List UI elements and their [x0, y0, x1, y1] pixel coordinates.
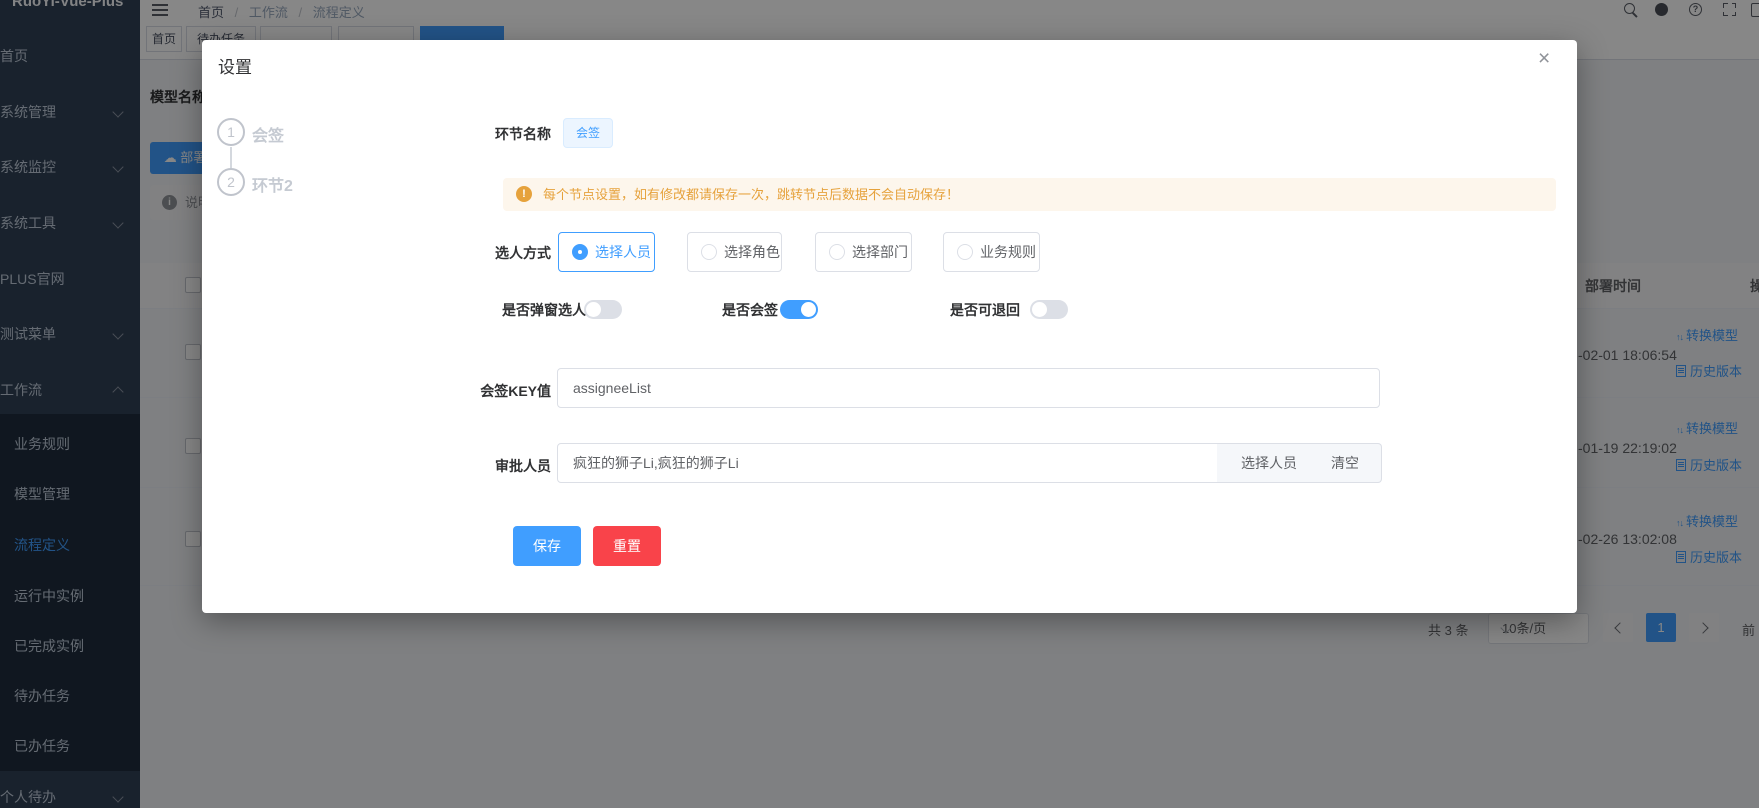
radio-pick-role[interactable]: 选择角色 — [687, 232, 782, 272]
step-2-circle[interactable]: 2 — [217, 168, 245, 196]
radio-pick-user[interactable]: 选择人员 — [558, 232, 655, 272]
approver-label: 审批人员 — [421, 456, 551, 476]
countersign-key-label: 会签KEY值 — [421, 381, 551, 401]
warning-alert-text: 每个节点设置，如有修改都请保存一次，跳转节点后数据不会自动保存！ — [543, 178, 959, 211]
save-button[interactable]: 保存 — [513, 526, 581, 566]
dialog-title: 设置 — [218, 53, 252, 78]
popup-select-label: 是否弹窗选人 — [502, 300, 586, 320]
countersign-key-input[interactable] — [557, 368, 1380, 408]
pick-user-button[interactable]: 选择人员 — [1241, 444, 1297, 482]
screen: RuoYi-Vue-Plus 首页 系统管理 系统监控 系统工具 PLUS官网 … — [0, 0, 1759, 808]
countersign-toggle[interactable] — [780, 300, 818, 319]
radio-pick-dept[interactable]: 选择部门 — [815, 232, 912, 272]
radio-icon — [829, 244, 845, 260]
pick-mode-label: 选人方式 — [421, 243, 551, 263]
step-2-label[interactable]: 环节2 — [252, 172, 293, 196]
returnable-label: 是否可退回 — [950, 300, 1020, 320]
node-name-label: 环节名称 — [421, 124, 551, 144]
settings-dialog: 设置 × 1 会签 2 环节2 环节名称 会签 ! 每个节点设置，如有修改都请保… — [202, 40, 1577, 613]
popup-select-toggle[interactable] — [584, 300, 622, 319]
approver-input[interactable] — [557, 443, 1218, 483]
warning-alert: ! 每个节点设置，如有修改都请保存一次，跳转节点后数据不会自动保存！ — [503, 178, 1556, 211]
clear-button[interactable]: 清空 — [1331, 444, 1359, 482]
radio-icon — [957, 244, 973, 260]
radio-icon — [572, 244, 588, 260]
returnable-toggle[interactable] — [1030, 300, 1068, 319]
node-name-tag: 会签 — [563, 118, 613, 148]
radio-icon — [701, 244, 717, 260]
warning-icon: ! — [516, 186, 532, 202]
step-1-label[interactable]: 会签 — [252, 122, 284, 146]
close-icon[interactable]: × — [1538, 48, 1550, 69]
reset-button[interactable]: 重置 — [593, 526, 661, 566]
approver-input-append: 选择人员 清空 — [1217, 443, 1382, 483]
radio-business-rule[interactable]: 业务规则 — [943, 232, 1040, 272]
step-1-circle[interactable]: 1 — [217, 118, 245, 146]
countersign-label: 是否会签 — [722, 300, 778, 320]
step-connector — [230, 147, 232, 168]
